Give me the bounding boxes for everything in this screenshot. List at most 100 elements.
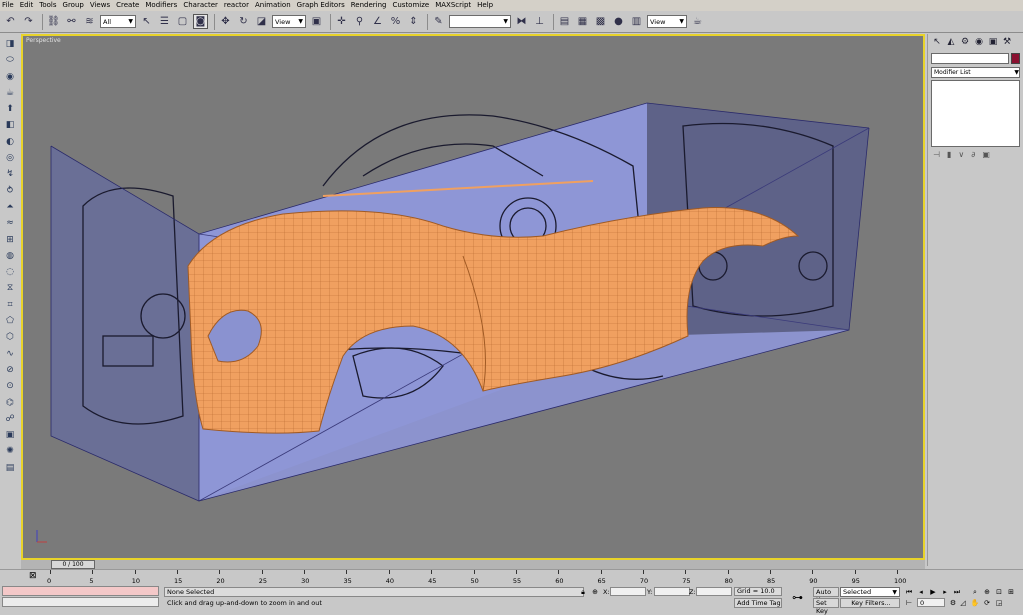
selection-filter-dropdown[interactable]: All ▼ [100, 15, 136, 28]
render-scene-icon[interactable]: ▥ [629, 14, 644, 29]
create-tab-icon[interactable]: ↖ [931, 36, 943, 48]
edit-named-selection-icon[interactable]: ✎ [431, 14, 446, 29]
hierarchy-tab-icon[interactable]: ⚙ [959, 36, 971, 48]
key-filters-button[interactable]: Key Filters... [840, 598, 900, 608]
unlink-icon[interactable]: ⚯ [64, 14, 79, 29]
curve-editor-icon[interactable]: ▦ [575, 14, 590, 29]
mirror-icon[interactable]: ⧓ [514, 14, 529, 29]
previous-frame-icon[interactable]: ◂ [916, 587, 926, 597]
light-icon[interactable]: ✺ [3, 444, 17, 458]
noise-icon[interactable]: ≈ [3, 216, 17, 230]
perspective-viewport[interactable]: Perspective [21, 34, 925, 560]
zoom-icon[interactable]: ⌕ [970, 587, 980, 597]
modifier-stack[interactable] [931, 80, 1020, 147]
display-tab-icon[interactable]: ▣ [987, 36, 999, 48]
twist-icon[interactable]: ⥁ [3, 184, 17, 198]
skin-icon[interactable]: ☍ [3, 412, 17, 426]
mini-curve-editor-icon[interactable]: ⊠ [29, 571, 37, 581]
select-by-name-icon[interactable]: ☰ [157, 14, 172, 29]
z-coordinate-field[interactable] [696, 587, 732, 596]
remove-modifier-icon[interactable]: ∂ [971, 150, 975, 161]
absolute-mode-icon[interactable]: ⊕ [590, 587, 600, 597]
uvw-map-icon[interactable]: ⌗ [3, 298, 17, 312]
add-time-tag-button[interactable]: Add Time Tag [734, 598, 782, 608]
motion-tab-icon[interactable]: ◉ [973, 36, 985, 48]
scale-icon[interactable]: ◪ [254, 14, 269, 29]
symmetry-icon[interactable]: ⧖ [3, 281, 17, 295]
named-selection-sets-dropdown[interactable]: ▼ [449, 15, 511, 28]
slice-icon[interactable]: ⊘ [3, 363, 17, 377]
track-bar[interactable]: ⊠ 0 5 10 15 20 25 30 35 40 45 50 55 60 65 70 75 80 85 90 95… [0, 569, 1023, 585]
set-key-button[interactable]: Set Key [813, 598, 839, 615]
select-object-icon[interactable]: ↖ [139, 14, 154, 29]
teapot-icon[interactable]: ☕ [3, 86, 17, 100]
render-frame-icon[interactable]: ▤ [3, 461, 17, 475]
meshsmooth-icon[interactable]: ◍ [3, 249, 17, 263]
current-frame-field[interactable]: 0 [917, 598, 945, 607]
menu-file[interactable]: File [2, 0, 14, 11]
window-crossing-icon[interactable]: ◙ [193, 14, 208, 29]
zoom-all-icon[interactable]: ⊕ [982, 587, 992, 597]
undo-icon[interactable]: ↶ [3, 14, 18, 29]
align-icon[interactable]: ⊥ [532, 14, 547, 29]
key-mode-dropdown[interactable]: Selected ▼ [840, 587, 900, 597]
go-to-start-icon[interactable]: ⏮ [904, 587, 914, 597]
bend-icon[interactable]: ↯ [3, 167, 17, 181]
edit-spline-icon[interactable]: ∿ [3, 347, 17, 361]
select-and-link-icon[interactable]: ⛓ [46, 14, 61, 29]
menu-edit[interactable]: Edit [20, 0, 34, 11]
redo-icon[interactable]: ↷ [21, 14, 36, 29]
configure-sets-icon[interactable]: ▣ [982, 150, 990, 161]
x-coordinate-field[interactable] [610, 587, 646, 596]
time-configuration-icon[interactable]: ⚙ [948, 598, 958, 608]
lathe-icon[interactable]: ◐ [3, 135, 17, 149]
layer-manager-icon[interactable]: ▤ [557, 14, 572, 29]
turbosmooth-icon[interactable]: ◌ [3, 265, 17, 279]
menu-rendering[interactable]: Rendering [351, 0, 387, 11]
menu-group[interactable]: Group [63, 0, 84, 11]
angle-snap-icon[interactable]: ∠ [370, 14, 385, 29]
reference-coordinate-dropdown[interactable]: View ▼ [272, 15, 306, 28]
lock-selection-icon[interactable]: 🔒︎ [578, 587, 588, 597]
menu-maxscript[interactable]: MAXScript [435, 0, 471, 11]
modify-tab-icon[interactable]: ◭ [945, 36, 957, 48]
render-type-dropdown[interactable]: View ▼ [647, 15, 687, 28]
menu-reactor[interactable]: reactor [224, 0, 249, 11]
field-of-view-icon[interactable]: ◿ [958, 598, 968, 608]
key-mode-toggle-icon[interactable]: ⊢ [904, 598, 914, 608]
make-unique-icon[interactable]: ∨ [958, 150, 964, 161]
snaps-toggle-icon[interactable]: ⚲ [352, 14, 367, 29]
maximize-viewport-icon[interactable]: ◲ [994, 598, 1004, 608]
taper-icon[interactable]: ⏶ [3, 200, 17, 214]
utilities-tab-icon[interactable]: ⚒ [1001, 36, 1013, 48]
spinner-snap-icon[interactable]: ⇕ [406, 14, 421, 29]
go-to-end-icon[interactable]: ⏭ [952, 587, 962, 597]
maxscript-listener-mini[interactable] [2, 586, 159, 596]
modifier-list-dropdown[interactable]: Modifier List ▼ [931, 67, 1020, 78]
y-coordinate-field[interactable] [654, 587, 690, 596]
menu-character[interactable]: Character [183, 0, 218, 11]
optimize-icon[interactable]: ⌬ [3, 396, 17, 410]
edit-mesh-icon[interactable]: ⬡ [3, 330, 17, 344]
pivot-center-icon[interactable]: ▣ [309, 14, 324, 29]
menu-animation[interactable]: Animation [255, 0, 291, 11]
edit-poly-icon[interactable]: ⬠ [3, 314, 17, 328]
camera-icon[interactable]: ▣ [3, 428, 17, 442]
shell-icon[interactable]: ◎ [3, 151, 17, 165]
object-name-field[interactable] [931, 53, 1009, 64]
cap-holes-icon[interactable]: ⊙ [3, 379, 17, 393]
selection-region-icon[interactable]: ▢ [175, 14, 190, 29]
menu-customize[interactable]: Customize [392, 0, 429, 11]
pan-icon[interactable]: ✋ [970, 598, 980, 608]
pin-stack-icon[interactable]: ⊣ [933, 150, 940, 161]
object-color-swatch[interactable] [1011, 53, 1020, 64]
menu-views[interactable]: Views [90, 0, 110, 11]
play-icon[interactable]: ▶ [928, 587, 938, 597]
cylinder-icon[interactable]: ⬭ [3, 53, 17, 67]
maxscript-output-mini[interactable] [2, 597, 159, 607]
material-editor-icon[interactable]: ● [611, 14, 626, 29]
zoom-extents-all-icon[interactable]: ⊞ [1006, 587, 1016, 597]
percent-snap-icon[interactable]: % [388, 14, 403, 29]
quick-render-icon[interactable]: ☕ [690, 14, 705, 29]
move-icon[interactable]: ✥ [218, 14, 233, 29]
